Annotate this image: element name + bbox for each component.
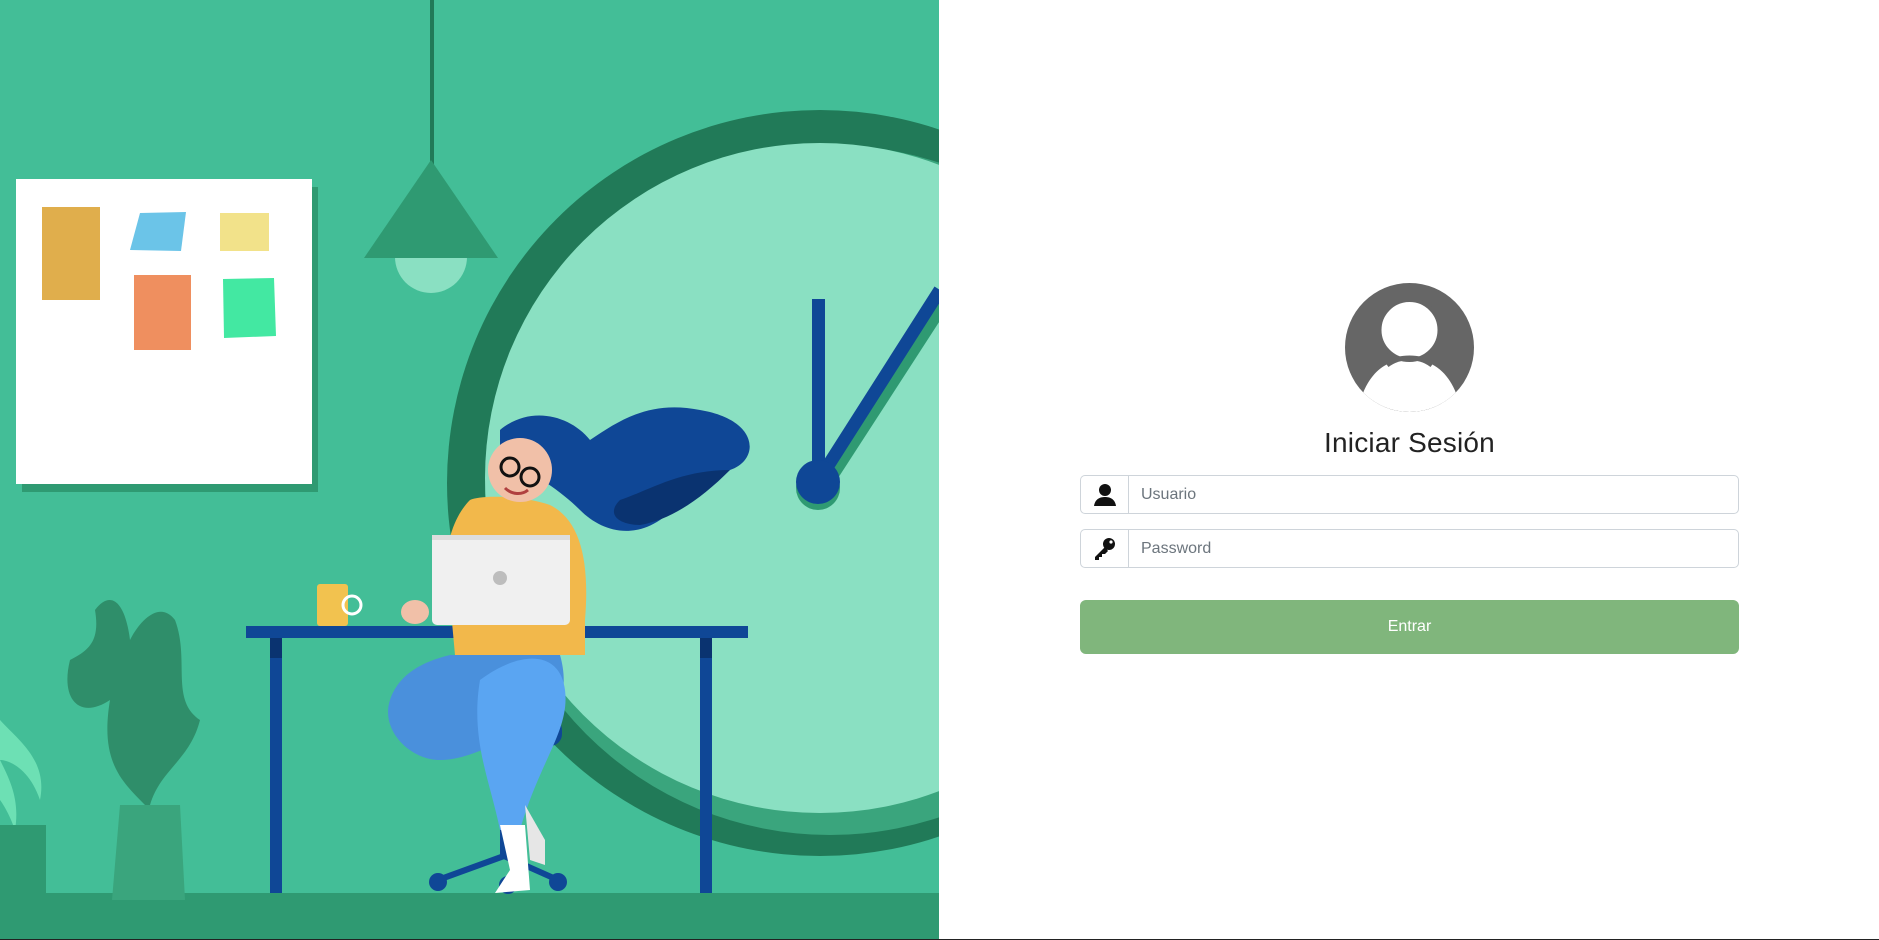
- submit-button[interactable]: Entrar: [1080, 600, 1739, 654]
- office-illustration: [0, 0, 939, 940]
- login-form: Iniciar Sesión Usuario Entrar: [1080, 283, 1739, 654]
- username-addon: [1080, 475, 1128, 514]
- user-avatar-icon: [1345, 283, 1474, 412]
- password-field-group: [1080, 529, 1739, 568]
- login-pane: Iniciar Sesión Usuario Entrar: [939, 0, 1879, 940]
- username-input[interactable]: [1128, 475, 1739, 514]
- sticky-note-board: [16, 179, 318, 492]
- username-field-group: [1080, 475, 1739, 514]
- password-input[interactable]: [1128, 529, 1739, 568]
- user-avatar-icon-glyph: [1363, 298, 1456, 412]
- user-icon: [1093, 483, 1116, 506]
- login-page: Iniciar Sesión Usuario Entrar: [0, 0, 1879, 940]
- hero-illustration: [0, 0, 939, 940]
- key-icon: [1094, 537, 1115, 560]
- password-addon: [1080, 529, 1128, 568]
- page-title: Iniciar Sesión: [1324, 427, 1495, 458]
